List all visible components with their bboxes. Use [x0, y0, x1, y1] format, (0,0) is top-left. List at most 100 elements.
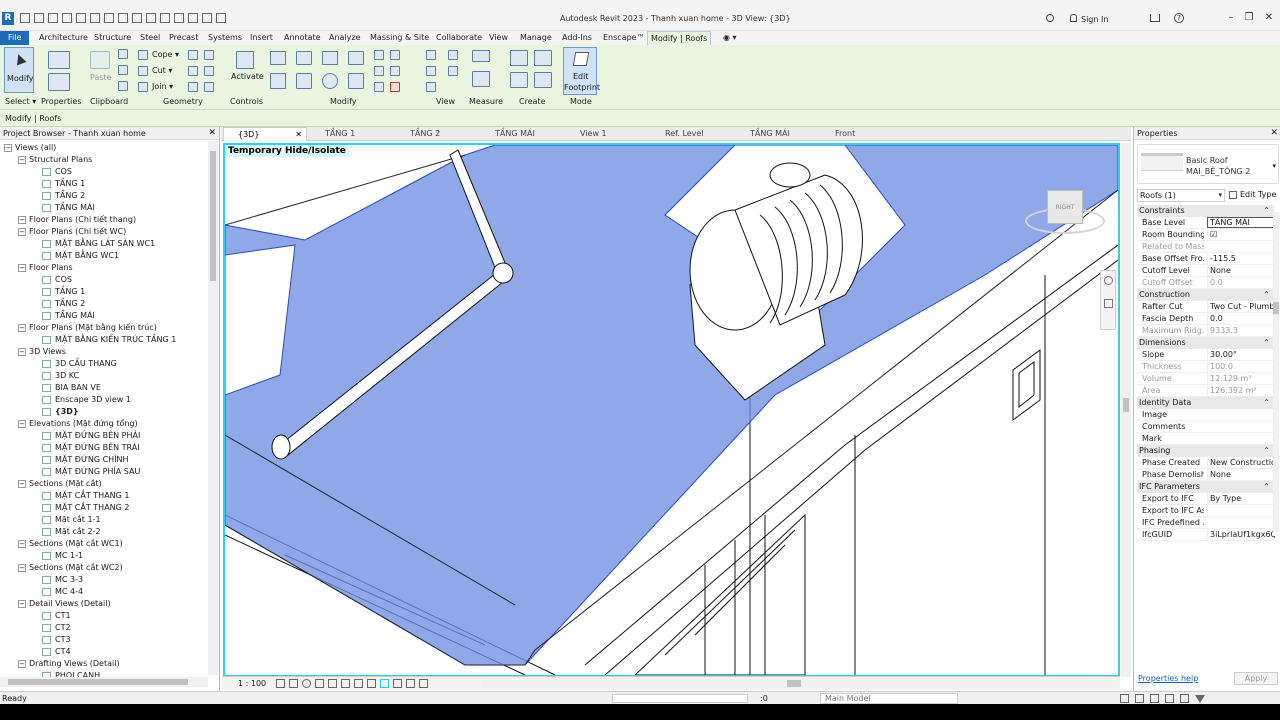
collapse-icon[interactable]: ⌃ [1263, 445, 1270, 457]
geometry-tool-3-icon[interactable] [188, 66, 198, 76]
property-value[interactable]: 0.0 [1207, 313, 1275, 325]
unpin-icon[interactable] [374, 82, 384, 92]
geometry-tool-6-icon[interactable] [204, 82, 214, 92]
hide-isolate-icon[interactable] [380, 679, 389, 688]
tab-manage[interactable]: Manage [517, 31, 555, 45]
activate-controls-icon[interactable] [236, 51, 254, 69]
join-icon[interactable] [138, 82, 148, 92]
tab-annotate[interactable]: Annotate [281, 31, 324, 45]
copy-clipboard-icon[interactable] [118, 65, 128, 75]
analytical-icon[interactable] [406, 679, 415, 688]
property-section-header[interactable]: Phasing ⌃ [1137, 445, 1274, 457]
property-value[interactable]: None [1207, 265, 1275, 277]
tag-icon[interactable] [132, 13, 142, 23]
view-tool-5-icon[interactable] [426, 82, 436, 92]
collapse-icon[interactable]: ⌃ [1263, 337, 1270, 349]
tree-group[interactable]: − Sections (Mặt cắt WC2) [18, 562, 123, 574]
tree-hscroll-thumb[interactable] [8, 679, 188, 685]
tree-group[interactable]: − Floor Plans (Chi tiết WC) [18, 226, 126, 238]
geometry-tool-2-icon[interactable] [204, 50, 214, 60]
create-similar-icon[interactable] [534, 72, 552, 88]
property-row[interactable]: Volume 12.129 m³ [1137, 373, 1274, 385]
join-button[interactable]: Join ▾ [152, 82, 173, 91]
align-icon[interactable] [270, 51, 286, 65]
roof-model-drawing[interactable] [225, 145, 1118, 675]
modify-tool-button[interactable]: Modify [4, 47, 34, 93]
tab-analyze[interactable]: Analyze [326, 31, 364, 45]
match-type-icon[interactable] [118, 81, 128, 91]
section-icon[interactable] [174, 13, 184, 23]
property-row[interactable]: Cutoff Offset 0.0 [1137, 277, 1274, 289]
geometry-tool-4-icon[interactable] [204, 66, 214, 76]
cope-button[interactable]: Cope ▾ [152, 50, 179, 59]
tab-enscape[interactable]: Enscape™ [600, 31, 648, 45]
tree-view-item[interactable]: MẶT ĐỨNG CHÍNH [42, 454, 129, 466]
tree-group[interactable]: − Floor Plans (Mặt bằng kiến trúc) [18, 322, 157, 334]
tree-view-item[interactable]: COS [42, 274, 72, 286]
ribbon-options-icon[interactable]: ◉ ▾ [720, 31, 740, 45]
tree-view-item[interactable]: {3D} [42, 406, 79, 418]
zoom-icon[interactable] [1104, 299, 1113, 308]
property-section-header[interactable]: Identity Data ⌃ [1137, 397, 1274, 409]
dimension-tool-icon[interactable] [472, 71, 490, 87]
properties-help-link[interactable]: Properties help [1138, 674, 1198, 683]
view-tab-view-1[interactable]: View 1 [566, 127, 650, 141]
tab-modify-roofs[interactable]: Modify | Roofs [647, 31, 712, 45]
trim-icon[interactable] [348, 73, 364, 89]
view-tab-3d[interactable]: {3D} ✕ [223, 127, 307, 141]
cope-icon[interactable] [138, 50, 148, 60]
expand-toggle-icon[interactable]: − [18, 263, 26, 272]
property-value[interactable]: By Type [1207, 493, 1275, 505]
expand-toggle-icon[interactable]: − [18, 323, 26, 332]
split-icon[interactable] [374, 50, 384, 60]
expand-toggle-icon[interactable]: − [18, 539, 26, 548]
expand-toggle-icon[interactable]: − [18, 347, 26, 356]
property-row[interactable]: Room Bounding ☑ [1137, 229, 1274, 241]
property-row[interactable]: Image [1137, 409, 1274, 421]
tree-group[interactable]: −3D Views [18, 346, 66, 358]
tab-structure[interactable]: Structure [91, 31, 134, 45]
undo-icon[interactable] [62, 13, 72, 23]
viewcube[interactable]: RIGHT [1025, 190, 1105, 240]
tree-group[interactable]: − Sections (Mặt cắt WC1) [18, 538, 123, 550]
tab-add-ins[interactable]: Add-Ins [559, 31, 595, 45]
select-by-face-icon[interactable] [1165, 694, 1174, 703]
measure-distance-icon[interactable] [472, 50, 490, 62]
tree-group[interactable]: − Elevations (Mặt đứng tổng) [18, 418, 138, 430]
property-row[interactable]: Base Offset Fro... -115.5 [1137, 253, 1274, 265]
view-tab-tang-1[interactable]: TẦNG 1 [311, 127, 395, 141]
sun-path-icon[interactable] [302, 679, 311, 688]
geometry-tool-5-icon[interactable] [188, 82, 198, 92]
tree-view-item[interactable]: CT4 [42, 646, 71, 658]
tree-group[interactable]: − Sections (Mặt cắt) [18, 478, 102, 490]
property-value[interactable]: New Construction [1207, 457, 1275, 469]
pin-icon[interactable] [390, 50, 400, 60]
design-options-dropdown[interactable]: Main Model [820, 693, 958, 704]
mirror-axis-icon[interactable] [322, 51, 338, 65]
view-tool-1-icon[interactable] [426, 50, 436, 60]
cut-button[interactable]: Cut ▾ [152, 66, 172, 75]
tree-group[interactable]: − Views (all) [4, 142, 56, 154]
tree-view-item[interactable]: CT1 [42, 610, 71, 622]
print-icon[interactable] [90, 13, 100, 23]
select-links-icon[interactable] [1120, 694, 1129, 703]
array-icon[interactable] [374, 66, 384, 76]
type-selector[interactable]: Basic Roof MAI_BÊ_TÔNG 2 ▾ [1137, 144, 1279, 184]
tree-view-item[interactable]: TẦNG 2 [42, 298, 85, 310]
property-section-header[interactable]: Constraints ⌃ [1137, 205, 1274, 217]
expand-toggle-icon[interactable]: − [18, 479, 26, 488]
tree-view-item[interactable]: TẦNG MÁI [42, 202, 95, 214]
view-tool-2-icon[interactable] [448, 50, 458, 60]
tree-view-item[interactable]: Enscape 3D view 1 [42, 394, 131, 406]
property-row[interactable]: IFC Predefined ... [1137, 517, 1274, 529]
property-row[interactable]: Mark [1137, 433, 1274, 445]
tab-steel[interactable]: Steel [137, 31, 163, 45]
tree-group[interactable]: − Floor Plans (Chi tiết thang) [18, 214, 136, 226]
viewcube-box[interactable]: RIGHT [1047, 190, 1083, 224]
tree-view-item[interactable]: CT3 [42, 634, 71, 646]
steering-wheel-icon[interactable] [1104, 276, 1113, 285]
collapse-icon[interactable]: ⌃ [1263, 481, 1270, 493]
tree-view-item[interactable]: MC 4-4 [42, 586, 83, 598]
thin-lines-icon[interactable] [188, 13, 198, 23]
expand-toggle-icon[interactable]: − [18, 215, 26, 224]
